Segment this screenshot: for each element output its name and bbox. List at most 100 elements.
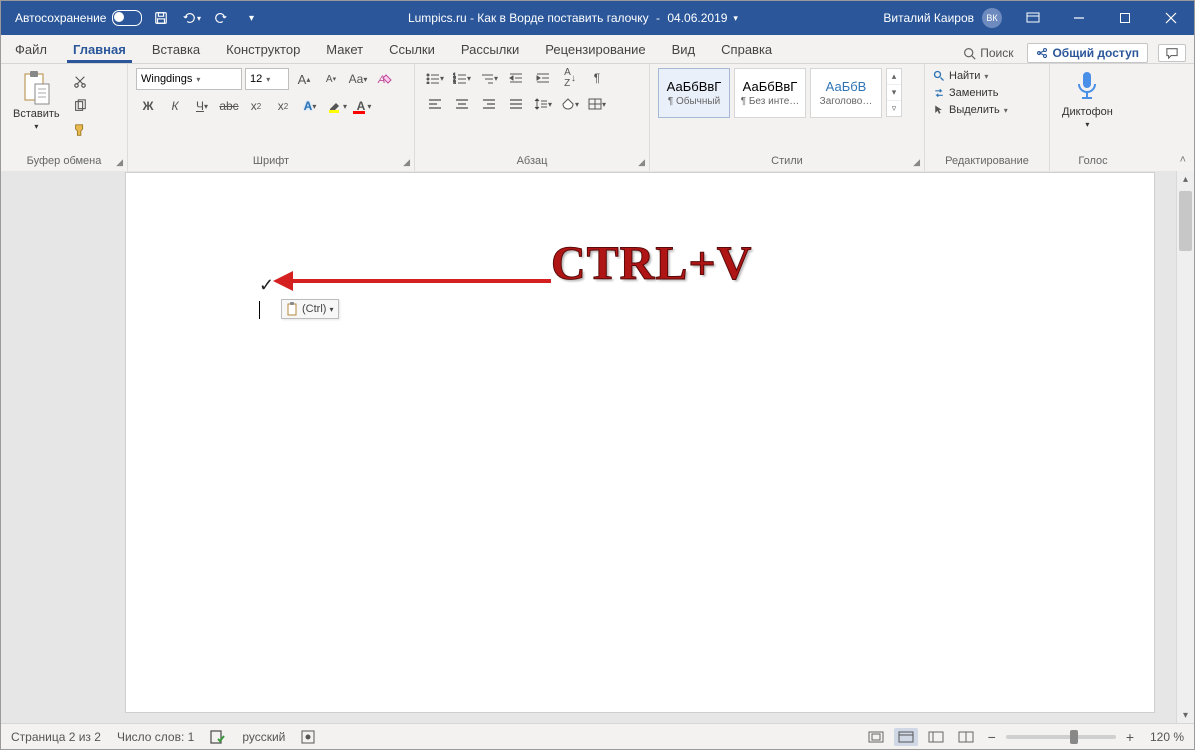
dictate-button[interactable]: Диктофон ▾ (1058, 68, 1117, 131)
strike-button[interactable]: abc (217, 96, 241, 116)
styles-dialog-launcher[interactable]: ◢ (913, 157, 920, 168)
word-count[interactable]: Число слов: 1 (117, 730, 194, 744)
font-color-button[interactable]: A▾ (352, 96, 376, 116)
style-no-spacing[interactable]: АаБбВвГ ¶ Без инте… (734, 68, 806, 118)
line-spacing-button[interactable]: ▾ (531, 94, 555, 114)
bullets-button[interactable]: ▾ (423, 68, 447, 88)
save-button[interactable] (150, 7, 172, 29)
language-indicator[interactable]: русский (242, 730, 285, 744)
copy-button[interactable] (68, 96, 92, 116)
user-name[interactable]: Виталий Каиров (883, 11, 974, 25)
share-label: Общий доступ (1052, 46, 1139, 60)
maximize-button[interactable] (1102, 1, 1148, 35)
numbering-button[interactable]: 123▾ (450, 68, 474, 88)
paste-popup-label: (Ctrl) (302, 303, 326, 315)
highlight-button[interactable]: ▾ (325, 96, 349, 116)
share-button[interactable]: Общий доступ (1027, 43, 1148, 63)
print-layout-button[interactable] (894, 728, 918, 746)
tab-home[interactable]: Главная (67, 38, 132, 63)
align-right-button[interactable] (477, 94, 501, 114)
autosave-toggle[interactable]: Автосохранение (15, 10, 142, 26)
group-clipboard: Вставить ▾ Буфер обмена ◢ (1, 64, 128, 172)
close-button[interactable] (1148, 1, 1194, 35)
document-page[interactable]: ✓ (Ctrl) ▾ CTRL+V (126, 173, 1154, 712)
paragraph-dialog-launcher[interactable]: ◢ (638, 157, 645, 168)
shading-button[interactable]: ▾ (558, 94, 582, 114)
text-effects-button[interactable]: A▾ (298, 96, 322, 116)
tab-design[interactable]: Конструктор (220, 38, 306, 63)
show-marks-button[interactable]: ¶ (585, 68, 609, 88)
web-layout-button[interactable] (924, 728, 948, 746)
borders-button[interactable]: ▾ (585, 94, 609, 114)
bold-button[interactable]: Ж (136, 96, 160, 116)
user-avatar[interactable]: ВК (982, 8, 1002, 28)
style-normal[interactable]: АаБбВвГ ¶ Обычный (658, 68, 730, 118)
paste-options-popup[interactable]: (Ctrl) ▾ (281, 299, 339, 319)
clear-format-button[interactable]: A (373, 69, 397, 89)
tab-review[interactable]: Рецензирование (539, 38, 651, 63)
undo-button[interactable]: ▾ (180, 7, 202, 29)
tab-help[interactable]: Справка (715, 38, 778, 63)
align-left-button[interactable] (423, 94, 447, 114)
page-indicator[interactable]: Страница 2 из 2 (11, 730, 101, 744)
macro-icon[interactable] (301, 730, 315, 744)
font-size-combo[interactable]: 12▾ (245, 68, 289, 90)
comments-button[interactable] (1158, 44, 1186, 62)
redo-button[interactable] (210, 7, 232, 29)
spellcheck-icon[interactable] (210, 730, 226, 744)
sort-button[interactable]: AZ↓ (558, 68, 582, 88)
font-dialog-launcher[interactable]: ◢ (403, 157, 410, 168)
styles-scroll-down[interactable]: ▾ (887, 85, 901, 101)
focus-view-button[interactable] (864, 728, 888, 746)
vertical-scrollbar[interactable]: ▴ ▾ (1176, 171, 1194, 724)
style-heading1[interactable]: АаБбВ Заголово… (810, 68, 882, 118)
ribbon-display-button[interactable] (1010, 1, 1056, 35)
clipboard-dialog-launcher[interactable]: ◢ (116, 157, 123, 168)
minimize-button[interactable] (1056, 1, 1102, 35)
italic-button[interactable]: К (163, 96, 187, 116)
format-painter-button[interactable] (68, 120, 92, 140)
styles-expand[interactable]: ▿ (887, 101, 901, 116)
cut-button[interactable] (68, 72, 92, 92)
search-box[interactable]: Поиск (959, 44, 1017, 62)
zoom-in-button[interactable]: + (1122, 729, 1138, 745)
scroll-up-button[interactable]: ▴ (1177, 171, 1194, 188)
read-mode-button[interactable] (954, 728, 978, 746)
font-name-combo[interactable]: Wingdings▾ (136, 68, 242, 90)
multilevel-button[interactable]: ▾ (477, 68, 501, 88)
tab-references[interactable]: Ссылки (383, 38, 441, 63)
font-size-value: 12 (250, 73, 262, 85)
zoom-out-button[interactable]: − (984, 729, 1000, 745)
subscript-button[interactable]: x2 (244, 96, 268, 116)
group-editing-label: Редактирование (933, 153, 1041, 170)
tab-file[interactable]: Файл (9, 38, 53, 63)
styles-scroll-up[interactable]: ▴ (887, 69, 901, 85)
zoom-level[interactable]: 120 % (1144, 730, 1184, 744)
align-center-button[interactable] (450, 94, 474, 114)
document-area: ✓ (Ctrl) ▾ CTRL+V ▴ ▾ (1, 171, 1194, 724)
qat-customize-button[interactable]: ▾ (240, 7, 262, 29)
collapse-ribbon-button[interactable]: ˄ (1180, 154, 1186, 166)
tab-insert[interactable]: Вставка (146, 38, 206, 63)
underline-button[interactable]: Ч▾ (190, 96, 214, 116)
zoom-slider[interactable] (1006, 735, 1116, 739)
tab-layout[interactable]: Макет (320, 38, 369, 63)
zoom-slider-thumb[interactable] (1070, 730, 1078, 744)
scroll-down-button[interactable]: ▾ (1177, 707, 1194, 724)
scroll-thumb[interactable] (1179, 191, 1192, 251)
superscript-button[interactable]: x2 (271, 96, 295, 116)
grow-font-button[interactable]: A▴ (292, 69, 316, 89)
window-title: Lumpics.ru - Как в Ворде поставить галоч… (262, 11, 883, 25)
svg-text:A: A (377, 74, 385, 86)
select-button[interactable]: Выделить▾ (933, 104, 1008, 116)
find-button[interactable]: Найти▾ (933, 70, 988, 82)
shrink-font-button[interactable]: A▾ (319, 69, 343, 89)
decrease-indent-button[interactable] (504, 68, 528, 88)
tab-view[interactable]: Вид (666, 38, 702, 63)
increase-indent-button[interactable] (531, 68, 555, 88)
replace-button[interactable]: Заменить (933, 87, 998, 99)
paste-button[interactable]: Вставить ▾ (9, 68, 64, 133)
change-case-button[interactable]: Aa▾ (346, 69, 370, 89)
tab-mailings[interactable]: Рассылки (455, 38, 525, 63)
justify-button[interactable] (504, 94, 528, 114)
